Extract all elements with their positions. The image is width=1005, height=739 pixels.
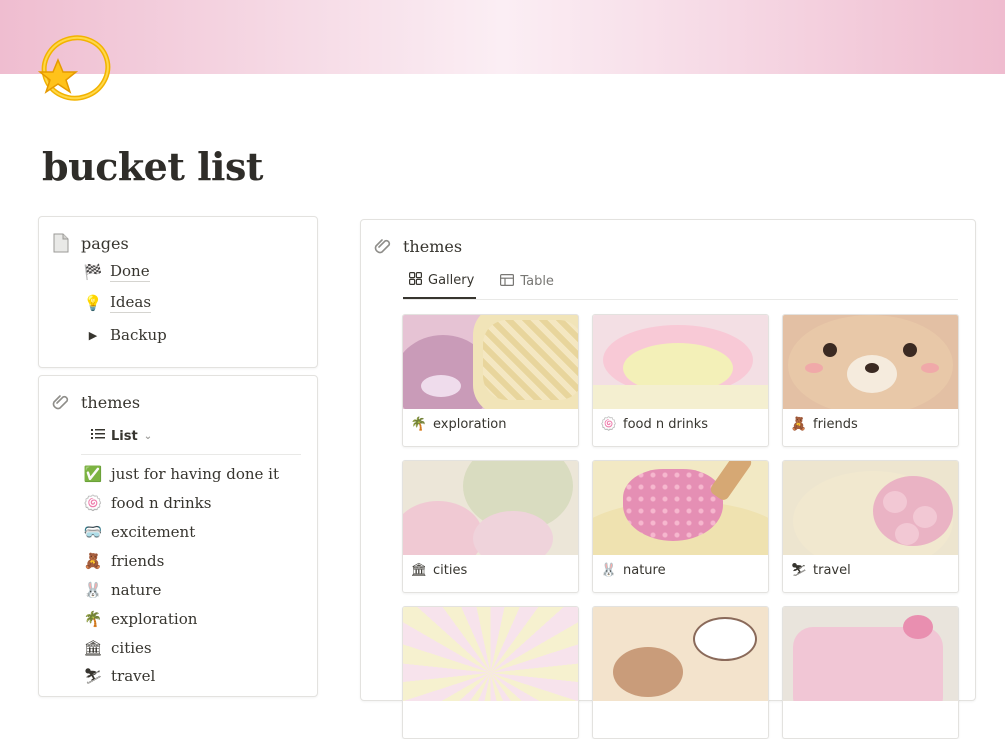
list-icon bbox=[91, 428, 105, 444]
list-item-label: nature bbox=[111, 581, 162, 599]
paperclip-icon bbox=[51, 392, 71, 412]
toggle-arrow-icon[interactable]: ▶ bbox=[83, 329, 103, 342]
fish-cake-icon: 🍥 bbox=[83, 493, 103, 512]
checkered-flag-icon: 🏁 bbox=[83, 262, 103, 281]
gallery-card-food-n-drinks[interactable]: 🍥 food n drinks bbox=[592, 314, 769, 447]
list-item-label: food n drinks bbox=[111, 494, 212, 512]
page-link-done[interactable]: 🏁 Done bbox=[83, 262, 150, 282]
teddy-bear-icon: 🧸 bbox=[83, 551, 103, 570]
skier-icon: ⛷ bbox=[790, 562, 808, 578]
gallery-card-cover bbox=[593, 461, 768, 555]
tab-table-label: Table bbox=[520, 274, 554, 289]
gallery-card-exploration[interactable]: 🌴 exploration bbox=[402, 314, 579, 447]
check-mark-icon: ✅ bbox=[83, 464, 103, 483]
gallery-grid-icon bbox=[409, 272, 423, 289]
page-link-label: Done bbox=[110, 262, 150, 282]
list-item-label: just for having done it bbox=[111, 465, 279, 483]
gallery-card-friends[interactable]: 🧸 friends bbox=[782, 314, 959, 447]
gallery-card-cover bbox=[783, 461, 958, 555]
themes-gallery-heading[interactable]: themes bbox=[373, 236, 462, 256]
themes-list-block: themes List ⌄ ✅ just for having done it … bbox=[38, 375, 318, 697]
skier-icon: ⛷ bbox=[83, 666, 103, 685]
gallery-card-cover bbox=[593, 607, 768, 701]
list-item[interactable]: 🍥 food n drinks bbox=[83, 493, 212, 513]
gallery-card-caption: 🌴 exploration bbox=[403, 409, 578, 439]
toggle-label: Backup bbox=[110, 326, 167, 344]
document-icon bbox=[51, 233, 71, 253]
gallery-card-caption: 🐰 nature bbox=[593, 555, 768, 585]
pages-block: pages 🏁 Done 💡 Ideas ▶ Backup bbox=[38, 216, 318, 368]
tab-table[interactable]: Table bbox=[494, 270, 556, 299]
gallery-card-caption: 🍥 food n drinks bbox=[593, 409, 768, 439]
list-item-label: exploration bbox=[111, 610, 198, 628]
pages-heading-label: pages bbox=[81, 233, 129, 253]
list-divider bbox=[81, 454, 301, 455]
gallery-card-nature[interactable]: 🐰 nature bbox=[592, 460, 769, 593]
gallery-card-title: travel bbox=[813, 562, 851, 578]
gallery-card-cities[interactable]: 🏛 cities bbox=[402, 460, 579, 593]
gallery-card-cover bbox=[783, 315, 958, 409]
gallery-card-cover bbox=[403, 461, 578, 555]
gallery-card-title: cities bbox=[433, 562, 468, 578]
gallery-card-cover bbox=[403, 607, 578, 701]
list-item[interactable]: 🌴 exploration bbox=[83, 609, 198, 629]
gallery-card-title: exploration bbox=[433, 416, 507, 432]
list-item-label: excitement bbox=[111, 523, 196, 541]
gallery-card-title: friends bbox=[813, 416, 858, 432]
themes-list-heading-label: themes bbox=[81, 392, 141, 412]
palm-tree-icon: 🌴 bbox=[83, 609, 103, 628]
list-item[interactable]: 🧸 friends bbox=[83, 551, 165, 571]
gallery-card-title: nature bbox=[623, 562, 666, 578]
page-link-ideas[interactable]: 💡 Ideas bbox=[83, 293, 152, 313]
gallery-card-travel[interactable]: ⛷ travel bbox=[782, 460, 959, 593]
tab-gallery-label: Gallery bbox=[428, 273, 475, 288]
palm-tree-icon: 🌴 bbox=[410, 416, 428, 432]
gallery-card[interactable] bbox=[402, 606, 579, 739]
list-item-label: friends bbox=[111, 552, 165, 570]
fish-cake-icon: 🍥 bbox=[600, 416, 618, 432]
gallery-card-caption: 🏛 cities bbox=[403, 555, 578, 585]
list-item-label: travel bbox=[111, 667, 156, 685]
gallery-card-cover bbox=[593, 315, 768, 409]
teddy-bear-icon: 🧸 bbox=[790, 416, 808, 432]
pages-heading[interactable]: pages bbox=[51, 233, 129, 253]
classical-building-icon: 🏛 bbox=[410, 562, 428, 578]
gallery-card-caption: 🧸 friends bbox=[783, 409, 958, 439]
view-tabs: Gallery Table bbox=[403, 270, 556, 299]
gallery-card-title: food n drinks bbox=[623, 416, 708, 432]
tab-gallery[interactable]: Gallery bbox=[403, 270, 477, 299]
lightbulb-icon: 💡 bbox=[83, 293, 103, 312]
themes-gallery-heading-label: themes bbox=[403, 236, 463, 256]
themes-gallery-block: themes Gallery Table 🌴 exploration 🍥 foo… bbox=[360, 219, 976, 739]
gallery-card[interactable] bbox=[592, 606, 769, 739]
page-title[interactable]: bucket list bbox=[42, 144, 263, 189]
classical-building-icon: 🏛 bbox=[83, 638, 103, 657]
table-icon bbox=[500, 273, 515, 290]
gallery-card-cover bbox=[403, 315, 578, 409]
list-item[interactable]: 🥽 excitement bbox=[83, 522, 196, 542]
page-cover[interactable] bbox=[0, 0, 1005, 74]
list-view-selector[interactable]: List ⌄ bbox=[91, 428, 152, 444]
paperclip-icon bbox=[373, 236, 393, 256]
page-link-label: Ideas bbox=[110, 293, 152, 313]
goggles-icon: 🥽 bbox=[83, 522, 103, 541]
list-item[interactable]: ⛷ travel bbox=[83, 666, 155, 686]
tabs-divider bbox=[403, 299, 958, 300]
gallery-card-caption: ⛷ travel bbox=[783, 555, 958, 585]
rabbit-icon: 🐰 bbox=[83, 580, 103, 599]
list-item[interactable]: 🏛 cities bbox=[83, 638, 152, 658]
toggle-backup[interactable]: ▶ Backup bbox=[83, 326, 167, 345]
themes-list-heading[interactable]: themes bbox=[51, 392, 140, 412]
rabbit-icon: 🐰 bbox=[600, 562, 618, 578]
list-item-label: cities bbox=[111, 639, 152, 657]
dizzy-star-icon[interactable] bbox=[36, 32, 114, 110]
list-item[interactable]: ✅ just for having done it bbox=[83, 464, 279, 484]
list-item[interactable]: 🐰 nature bbox=[83, 580, 162, 600]
list-view-label: List bbox=[111, 428, 138, 444]
gallery-card[interactable] bbox=[782, 606, 959, 739]
gallery-card-cover bbox=[783, 607, 958, 701]
chevron-down-icon: ⌄ bbox=[143, 430, 153, 442]
